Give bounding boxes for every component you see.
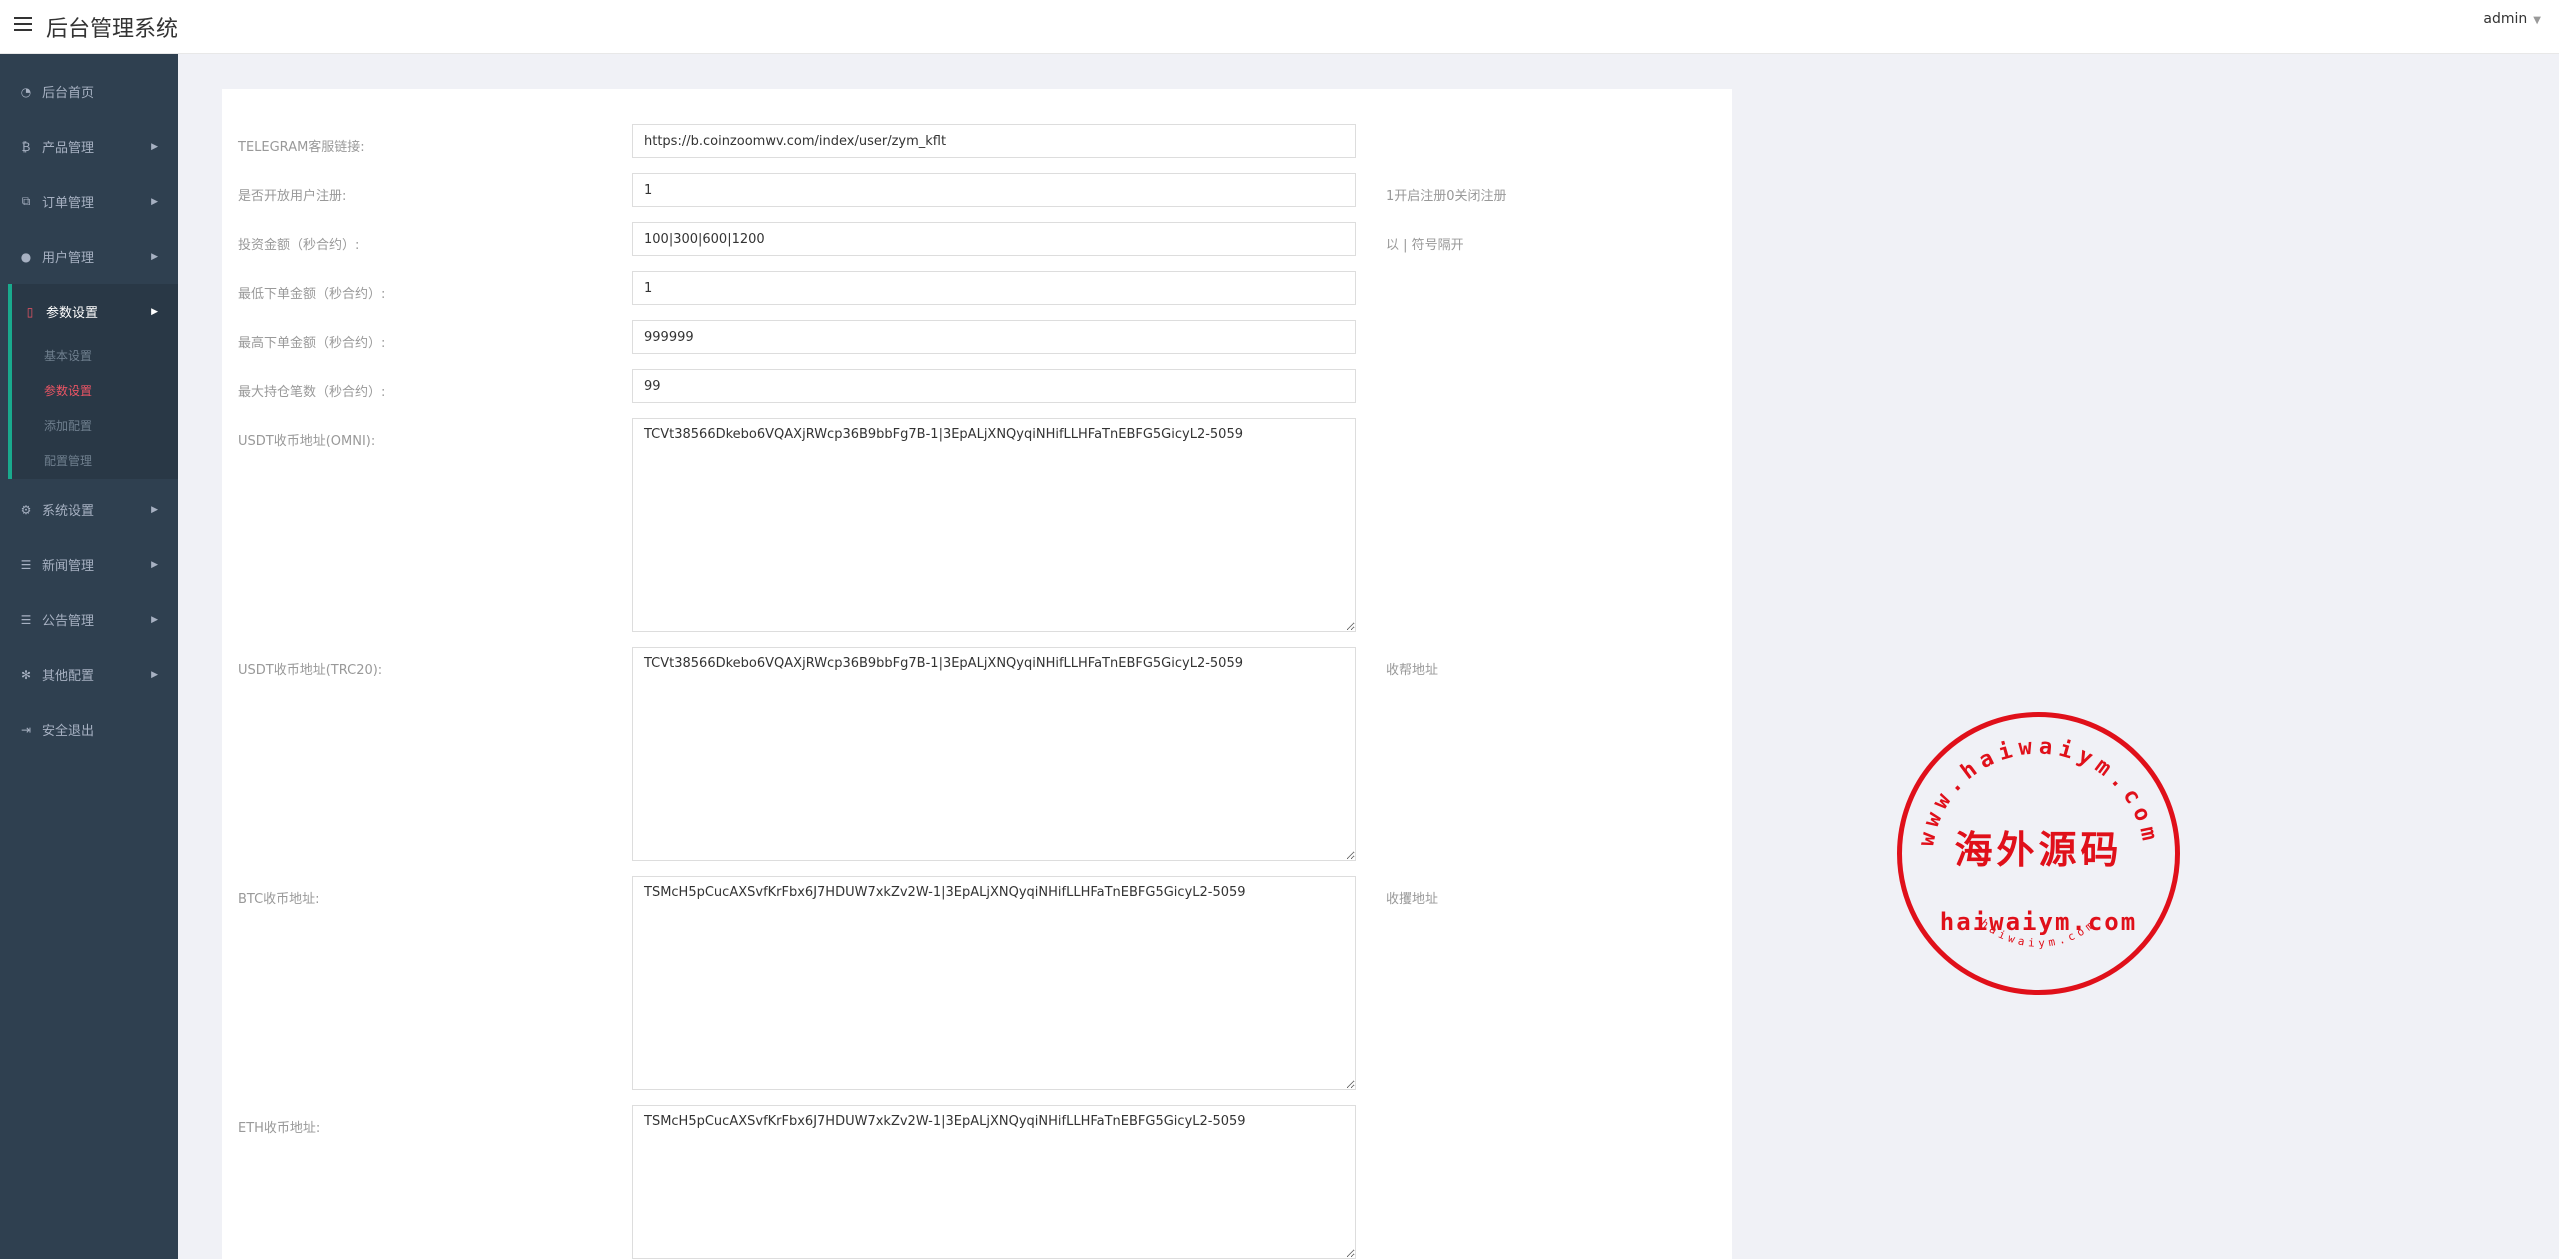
chevron-right-icon: ▶: [151, 141, 158, 152]
sidebar-item-label: 产品管理: [42, 141, 95, 156]
form-row-btc: BTC收币地址: TSMcH5pCucAXSvfKrFbx6J7HDUW7xkZ…: [238, 876, 1718, 1090]
sidebar-item-label: 安全退出: [42, 724, 95, 739]
field-hint: 收帮地址: [1386, 663, 1439, 678]
sidebar-item-home[interactable]: ◔ 后台首页: [0, 64, 178, 119]
sidebar-item-news[interactable]: ☰ 新闻管理 ▶: [0, 537, 178, 592]
form-row-min-order: 最低下单金额（秒合约）:: [238, 271, 1718, 305]
copy-icon: ⧉: [21, 194, 31, 208]
field-hint: 1开启注册0关闭注册: [1386, 189, 1507, 204]
form-row-max-order: 最高下单金额（秒合约）:: [238, 320, 1718, 354]
field-hint: 收攫地址: [1386, 892, 1439, 907]
form-row-telegram: TELEGRAM客服链接:: [238, 124, 1718, 158]
sidebar-subitem-basic[interactable]: 基本设置: [12, 339, 178, 374]
stamp-domain-text: haiwaiym.com: [1940, 908, 2137, 936]
field-label: TELEGRAM客服链接:: [238, 140, 365, 155]
watermark-stamp: www.haiwaiym.com 海外源码 haiwaiym.com haiwa…: [1897, 712, 2180, 995]
sidebar-subitem-params[interactable]: 参数设置: [12, 374, 178, 409]
field-label: 最低下单金额（秒合约）:: [238, 287, 386, 302]
gears-icon: ⚙: [20, 502, 32, 517]
top-navbar: 后台管理系统 admin ▼: [0, 0, 2559, 54]
chevron-right-icon: ▶: [151, 669, 158, 680]
user-icon: ●: [20, 249, 32, 264]
sidebar: ◔ 后台首页 ₿ 产品管理 ▶ ⧉ 订单管理 ▶ ● 用户管理 ▶ ▯ 参数设置…: [0, 54, 178, 1259]
app-title: 后台管理系统: [46, 17, 179, 42]
sidebar-item-label: 系统设置: [42, 504, 95, 519]
form-row-usdt-omni: USDT收币地址(OMNI): TCVt38566Dkebo6VQAXjRWcp…: [238, 418, 1718, 632]
settings-form-card: TELEGRAM客服链接: 是否开放用户注册: 1开启注册0关闭注册 投资金额（…: [222, 89, 1732, 1259]
form-row-invest-amount: 投资金额（秒合约）: 以 | 符号隔开: [238, 222, 1718, 256]
usdt-omni-address-textarea[interactable]: TCVt38566Dkebo6VQAXjRWcp36B9bbFg7B-1|3Ep…: [632, 418, 1356, 632]
sidebar-item-label: 公告管理: [42, 614, 95, 629]
sidebar-item-label: 新闻管理: [42, 559, 95, 574]
list-icon: ☰: [20, 612, 32, 627]
sidebar-item-label: 其他配置: [42, 669, 95, 684]
chevron-right-icon: ▶: [151, 196, 158, 207]
list-icon: ☰: [20, 557, 32, 572]
sidebar-item-logout[interactable]: ⇥ 安全退出: [0, 702, 178, 757]
field-label: USDT收币地址(OMNI):: [238, 434, 376, 449]
user-dropdown[interactable]: admin ▼: [2483, 11, 2541, 27]
field-label: 投资金额（秒合约）:: [238, 238, 360, 253]
form-row-registration: 是否开放用户注册: 1开启注册0关闭注册: [238, 173, 1718, 207]
field-label: ETH收币地址:: [238, 1121, 321, 1136]
sidebar-item-other-config[interactable]: ✻ 其他配置 ▶: [0, 647, 178, 702]
sidebar-item-label: 后台首页: [42, 86, 95, 101]
chevron-right-icon: ▶: [151, 306, 158, 317]
registration-open-input[interactable]: [632, 173, 1356, 207]
field-hint: 以 | 符号隔开: [1386, 238, 1464, 253]
dashboard-icon: ◔: [20, 84, 32, 99]
sidebar-subitem-add-config[interactable]: 添加配置: [12, 409, 178, 444]
sidebar-item-label: 订单管理: [42, 196, 95, 211]
sidebar-item-users[interactable]: ● 用户管理 ▶: [0, 229, 178, 284]
sidebar-item-label: 参数设置: [46, 306, 99, 321]
sidebar-item-label: 用户管理: [42, 251, 95, 266]
field-label: 最大持仓笔数（秒合约）:: [238, 385, 386, 400]
form-row-usdt-trc20: USDT收币地址(TRC20): TCVt38566Dkebo6VQAXjRWc…: [238, 647, 1718, 861]
chevron-right-icon: ▶: [151, 251, 158, 262]
min-order-input[interactable]: [632, 271, 1356, 305]
field-label: 是否开放用户注册:: [238, 189, 347, 204]
sidebar-subitem-config-manage[interactable]: 配置管理: [12, 444, 178, 479]
form-row-max-positions: 最大持仓笔数（秒合约）:: [238, 369, 1718, 403]
chevron-right-icon: ▶: [151, 504, 158, 515]
sidebar-item-orders[interactable]: ⧉ 订单管理 ▶: [0, 174, 178, 229]
user-name: admin: [2483, 11, 2528, 27]
telegram-link-input[interactable]: [632, 124, 1356, 158]
sidebar-item-params[interactable]: ▯ 参数设置 ▶: [12, 284, 178, 339]
hamburger-menu-icon[interactable]: [14, 17, 32, 31]
sidebar-group-params: ▯ 参数设置 ▶ 基本设置 参数设置 添加配置 配置管理: [8, 284, 178, 479]
form-row-eth: ETH收币地址: TSMcH5pCucAXSvfKrFbx6J7HDUW7xkZ…: [238, 1105, 1718, 1259]
invest-amount-input[interactable]: [632, 222, 1356, 256]
btc-address-textarea[interactable]: TSMcH5pCucAXSvfKrFbx6J7HDUW7xkZv2W-1|3Ep…: [632, 876, 1356, 1090]
sidebar-item-notices[interactable]: ☰ 公告管理 ▶: [0, 592, 178, 647]
max-positions-input[interactable]: [632, 369, 1356, 403]
sidebar-item-system[interactable]: ⚙ 系统设置 ▶: [0, 482, 178, 537]
field-label: USDT收币地址(TRC20):: [238, 663, 383, 678]
stamp-center-text: 海外源码: [1954, 827, 2122, 872]
chevron-right-icon: ▶: [151, 614, 158, 625]
max-order-input[interactable]: [632, 320, 1356, 354]
bitcoin-icon: ₿: [21, 139, 31, 154]
field-label: 最高下单金额（秒合约）:: [238, 336, 386, 351]
field-label: BTC收币地址:: [238, 892, 320, 907]
caret-down-icon: ▼: [2533, 15, 2541, 26]
usdt-trc20-address-textarea[interactable]: TCVt38566Dkebo6VQAXjRWcp36B9bbFg7B-1|3Ep…: [632, 647, 1356, 861]
sidebar-item-products[interactable]: ₿ 产品管理 ▶: [0, 119, 178, 174]
file-icon: ▯: [26, 304, 34, 319]
sign-out-icon: ⇥: [20, 722, 32, 737]
eth-address-textarea[interactable]: TSMcH5pCucAXSvfKrFbx6J7HDUW7xkZv2W-1|3Ep…: [632, 1105, 1356, 1259]
chevron-right-icon: ▶: [151, 559, 158, 570]
gear-icon: ✻: [20, 667, 32, 682]
